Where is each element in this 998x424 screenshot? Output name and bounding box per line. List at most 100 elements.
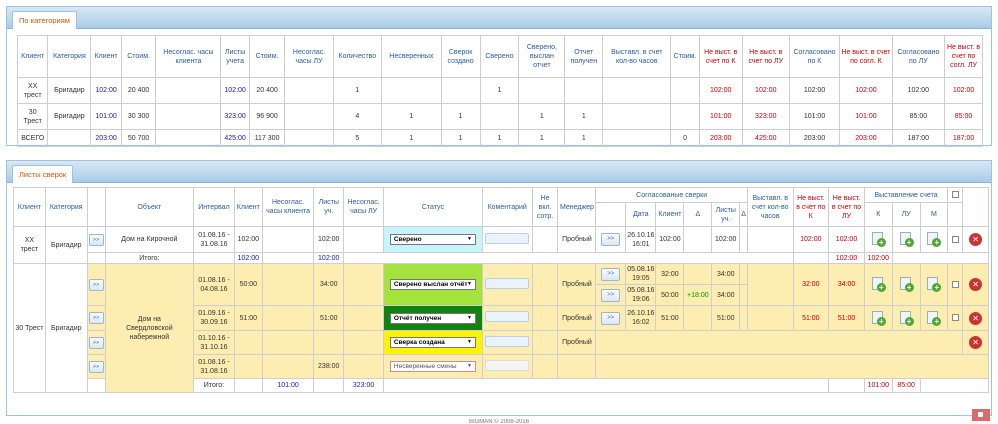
cell: ✕	[962, 263, 989, 306]
category-row: 30 Трест Бригадир 101:00 30 300 323:00 9…	[16, 103, 983, 130]
invoice-k-icon[interactable]: +	[871, 232, 886, 247]
cell	[683, 263, 713, 285]
cell	[343, 263, 385, 306]
col-header: Несоглас. часы ЛУ	[343, 187, 385, 227]
col-header: Клиент	[233, 187, 263, 227]
invoice-lu-icon[interactable]: +	[899, 277, 914, 292]
cell: 1	[564, 103, 604, 130]
delete-icon[interactable]: ✕	[969, 311, 983, 325]
row-checkbox[interactable]	[951, 314, 959, 322]
cell: 32:00	[655, 263, 685, 285]
interval-cell: 01.08.16 - 04.08.16	[193, 263, 235, 306]
col-header: Не выст. в счет по К	[792, 187, 830, 227]
col-header	[962, 187, 989, 227]
comment-input[interactable]	[485, 232, 530, 244]
cell: 1	[479, 129, 520, 147]
agreed-button[interactable]: >>	[601, 311, 621, 325]
delete-icon[interactable]: ✕	[969, 278, 983, 291]
expand-button[interactable]: >>	[88, 278, 104, 291]
comment-input[interactable]	[485, 335, 530, 347]
cell: >>	[86, 263, 106, 306]
delete-icon[interactable]: ✕	[969, 233, 983, 246]
cell: 51:00	[711, 305, 741, 331]
select-all-checkbox[interactable]	[951, 191, 959, 199]
status-cell: Сверено выслан отчёт	[383, 263, 483, 306]
col-header: Листы уч.	[313, 187, 345, 227]
cell: 203:00	[788, 129, 841, 147]
agreed-button[interactable]: >>	[601, 267, 621, 281]
agreed-button[interactable]: >>	[601, 233, 621, 246]
expand-button[interactable]: >>	[88, 312, 104, 324]
cell: 102:00	[788, 77, 841, 104]
invoice-lu-icon[interactable]: +	[899, 310, 914, 326]
tab-categories[interactable]: По категориям	[12, 11, 77, 29]
cell	[383, 378, 830, 393]
cell: 20 400	[120, 77, 157, 104]
cell	[947, 226, 964, 253]
col-header: Не выст. в счет по ЛУ	[828, 187, 865, 227]
invoice-k-icon[interactable]: +	[871, 277, 886, 292]
invoice-m-icon[interactable]: +	[926, 310, 942, 326]
cell	[739, 263, 748, 285]
cell: 1	[479, 77, 520, 104]
invoice-lu-icon[interactable]: +	[899, 232, 914, 247]
comment-input[interactable]	[485, 359, 530, 371]
subtotal-row: Итого: 102:00 102:00 102:00 102:00	[14, 252, 990, 264]
expand-button[interactable]: >>	[88, 233, 104, 246]
cell: 30 Трест	[16, 103, 49, 130]
col-header	[595, 202, 627, 227]
cell	[313, 378, 345, 393]
invoice-k-icon[interactable]: +	[871, 310, 886, 326]
cell	[531, 263, 559, 306]
row-checkbox[interactable]	[951, 280, 959, 288]
cell: 102:00	[233, 252, 263, 264]
tab-reconciliation-sheets[interactable]: Листы сверок	[12, 165, 74, 183]
cell	[891, 252, 990, 264]
cell: 101:00	[90, 103, 122, 130]
cell	[518, 77, 566, 104]
agreed-button[interactable]: >>	[601, 288, 621, 302]
col-header: Δ	[683, 202, 713, 227]
category-cell: Бригадир	[44, 263, 88, 393]
cell	[261, 305, 315, 331]
cell	[343, 252, 794, 264]
expand-button[interactable]: >>	[88, 360, 104, 373]
delete-icon[interactable]: ✕	[969, 336, 983, 349]
scroll-top-icon[interactable]	[972, 409, 990, 421]
cell: 117 300	[248, 129, 286, 147]
cell	[233, 354, 263, 379]
status-select[interactable]: Сверено	[389, 234, 476, 245]
cell: 102:00	[828, 252, 865, 264]
cell	[481, 263, 533, 306]
cell: 34:00	[711, 263, 741, 285]
cell: 1	[564, 129, 604, 147]
col-header: Выставл. в счет кол-во часов	[746, 187, 794, 227]
cell: +	[919, 226, 949, 253]
cell: 101:00	[788, 103, 841, 130]
row-checkbox[interactable]	[951, 235, 959, 243]
comment-input[interactable]	[485, 277, 530, 289]
col-header: Категория	[44, 187, 88, 227]
cell: +	[891, 305, 921, 331]
cell: >>	[595, 284, 627, 306]
cell: +	[863, 226, 893, 253]
invoice-m-icon[interactable]: +	[926, 232, 942, 247]
col-header	[86, 187, 106, 227]
status-select[interactable]: Сверка создана	[389, 337, 476, 348]
cell	[380, 77, 442, 104]
status-select[interactable]: Сверено выслан отчёт	[389, 279, 476, 290]
status-select[interactable]: Отчёт получен	[389, 312, 476, 324]
expand-button[interactable]: >>	[88, 336, 104, 349]
invoice-m-icon[interactable]: +	[926, 277, 942, 292]
status-select[interactable]: Несверенные смены	[389, 361, 476, 372]
comment-input[interactable]	[485, 311, 530, 322]
col-header: Клиент	[90, 35, 122, 78]
cell	[595, 330, 964, 355]
table-row: 30 Трест Бригадир >> Дом на Свердловской…	[13, 263, 989, 393]
cell	[531, 330, 559, 355]
reconciliation-table: Клиент Категория Объект Интервал Клиент …	[13, 187, 990, 393]
col-header: Менеджер	[557, 187, 597, 227]
col-header: Клиент	[13, 187, 46, 227]
cell	[739, 284, 748, 306]
col-header: Клиент	[655, 202, 685, 227]
